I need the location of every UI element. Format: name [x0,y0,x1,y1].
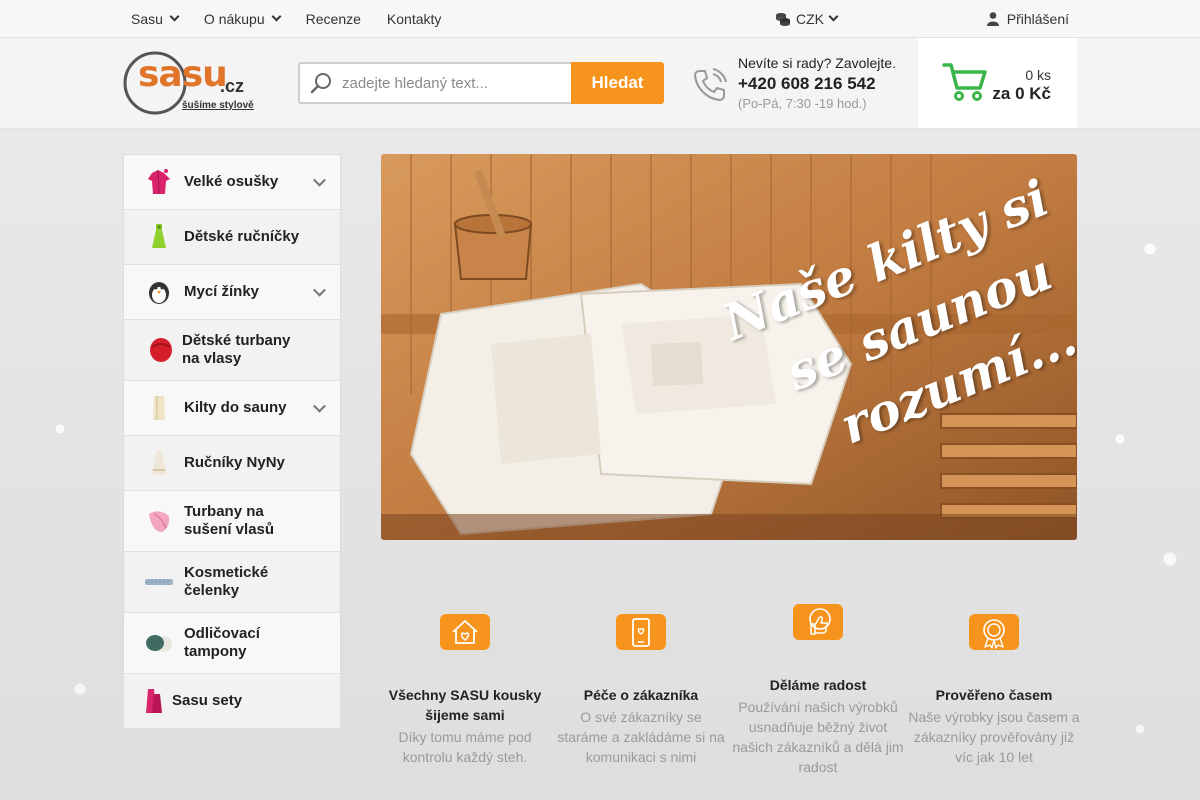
bathrobe-icon [148,169,170,195]
chevron-down-icon [271,11,282,22]
cart-count: 0 ks [1025,67,1051,83]
phone-icon [693,68,727,102]
nyny-towel-icon [151,450,167,475]
phone-contact: Nevíte si rady? Zavolejte. +420 608 216 … [692,53,902,113]
feature-time-tested: Prověřeno časem Naše výrobky jsou časem … [908,614,1080,767]
sidebar-item-turbany-suseni[interactable]: Turbany na sušení vlasů [124,491,340,552]
sidebar-item-detske-rucnicky[interactable]: Dětské ručníčky [124,210,340,265]
kids-turban-icon [150,338,172,362]
chevron-down-icon [313,283,326,297]
logo[interactable]: sasu .cz šušíme stylově [122,50,258,116]
sauna-kilt-icon [153,396,165,420]
sidebar-item-label: Ručníky NyNy [184,454,285,471]
login-link[interactable]: Přihlášení [986,0,1069,37]
sidebar-item-detske-turbany[interactable]: Dětské turbany na vlasy [124,320,340,381]
feature-joy: Děláme radost Používání našich výrobků u… [732,604,904,777]
feature-handmade: Všechny SASU kousky šijeme sami Díky tom… [379,614,551,767]
feature-title: Děláme radost [769,677,867,693]
sidebar-item-label: Dětské turbany na vlasy [182,332,291,367]
cotton-pads-icon [146,635,172,652]
sets-icon [146,689,162,713]
feature-desc: Používání našich výrobků usnadňuje běžný… [732,699,904,775]
promo-banner[interactable]: Naše kilty si se saunou rozumí... [381,154,1077,540]
feature-title: Všechny SASU kousky šijeme sami [388,687,542,723]
sidebar-item-label: Turbany na sušení vlasů [184,503,275,538]
user-icon [986,11,999,26]
headband-icon [145,579,173,585]
sidebar-item-label: Kilty do sauny [184,399,287,416]
sidebar-item-myci-zinky[interactable]: Mycí žínky [124,265,340,320]
sidebar-item-odlicovaci-tampony[interactable]: Odličovací tampony [124,613,340,674]
chevron-down-icon [169,11,180,22]
sidebar-item-label: Sasu sety [172,692,243,709]
award-icon [969,614,1019,650]
top-nav-label: Sasu [131,10,163,27]
logo-text: sasu [138,54,228,95]
logo-tld: .cz [220,76,245,96]
search-button[interactable]: Hledat [571,62,664,104]
coins-icon [776,12,790,26]
sidebar-item-label: Dětské ručníčky [184,228,300,245]
sidebar-item-kilty-do-sauny[interactable]: Kilty do sauny [124,381,340,436]
sidebar-item-sasu-sety[interactable]: Sasu sety [124,674,340,728]
thumbs-up-icon [793,604,843,640]
kids-towel-icon [152,224,166,248]
top-nav-item-kontakty[interactable]: Kontakty [387,11,441,27]
top-nav-label: Recenze [305,10,361,27]
top-nav-label: O nákupu [203,10,265,27]
feature-title: Péče o zákazníka [583,687,699,703]
top-nav: Sasu O nákupu Recenze Kontakty [131,0,467,37]
top-nav-item-recenze[interactable]: Recenze [306,11,361,27]
phone-heart-icon [616,614,666,650]
cart-total: za 0 Kč [992,84,1051,103]
currency-label: CZK [796,10,824,27]
sidebar-item-label: Kosmetické čelenky [184,564,269,599]
hair-turban-icon [149,511,170,532]
cart-button[interactable]: 0 ks za 0 Kč [918,38,1077,128]
header: sasu .cz šušíme stylově Hledat Nevíte si… [0,38,1200,129]
chevron-down-icon [313,173,326,187]
sidebar-item-rucniky-nyny[interactable]: Ručníky NyNy [124,436,340,491]
top-bar: Sasu O nákupu Recenze Kontakty CZK Přihl… [0,0,1200,38]
sidebar-item-kosmeticke-celenky[interactable]: Kosmetické čelenky [124,552,340,613]
top-nav-label: Kontakty [386,10,442,27]
search-input[interactable] [342,74,562,92]
search-icon [310,73,331,94]
top-nav-item-sasu[interactable]: Sasu [131,10,180,27]
currency-selector[interactable]: CZK [775,0,839,37]
cart-icon [942,63,987,101]
feature-desc: Naše výrobky jsou časem a zákazníky prov… [908,709,1080,765]
search-form: Hledat [298,62,664,104]
sidebar-item-label: Velké osušky [184,173,279,190]
sidebar-item-velke-osusky[interactable]: Velké osušky [124,155,340,210]
search-field [298,62,571,104]
feature-desc: O své zákazníky se staráme a zakládáme s… [557,709,725,765]
sidebar-item-label: Odličovací tampony [184,625,260,660]
logo-slogan: šušíme stylově [182,100,254,111]
top-nav-item-o-nakupu[interactable]: O nákupu [203,10,282,27]
sidebar-item-label: Mycí žínky [184,283,260,300]
feature-title: Prověřeno časem [935,687,1053,703]
home-heart-icon [440,614,490,650]
chevron-down-icon [828,11,839,22]
feature-desc: Díky tomu máme pod kontrolu každý steh. [398,729,532,765]
phone-number[interactable]: +420 608 216 542 [738,74,876,94]
phone-hours: (Po-Pá, 7:30 -19 hod.) [738,96,867,111]
chevron-down-icon [313,399,326,413]
phone-question: Nevíte si rady? Zavolejte. [738,55,896,71]
category-sidebar: Velké osušky Dětské ručníčky Mycí žínky … [123,154,341,728]
login-label: Přihlášení [1006,10,1069,27]
feature-customer-care: Péče o zákazníka O své zákazníky se star… [555,614,727,767]
penguin-mitt-icon [149,282,169,304]
